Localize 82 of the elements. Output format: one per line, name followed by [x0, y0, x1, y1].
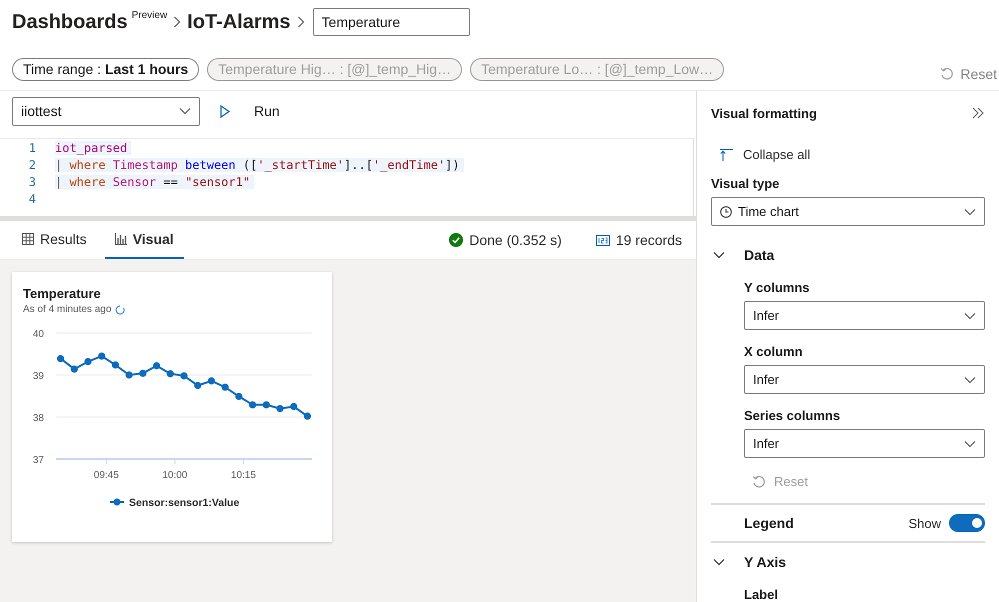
- field-label: Label: [744, 587, 779, 602]
- line-number: 1: [28, 140, 36, 154]
- play-icon: [220, 104, 230, 118]
- clock-icon: [720, 206, 732, 218]
- tile-title: Temperature: [23, 286, 102, 301]
- x-tick-label: 09:45: [94, 470, 119, 481]
- toggle-label: Show: [908, 516, 941, 530]
- number-icon: [596, 234, 610, 246]
- chevron-down-icon: [964, 208, 976, 216]
- data-point: [166, 370, 174, 378]
- y-tick-label: 40: [32, 329, 44, 340]
- x-tick-label: 10:15: [230, 470, 256, 481]
- record-count: 19 records: [616, 232, 682, 248]
- legend-label[interactable]: Sensor:sensor1:Value: [129, 497, 240, 509]
- data-point: [70, 366, 78, 373]
- y-tick-label: 39: [32, 371, 44, 382]
- line-number: 2: [28, 158, 36, 172]
- visual-type-dropdown[interactable]: Time chart: [711, 197, 985, 226]
- chevron-right-icon: [173, 16, 182, 28]
- double-chevron-right-icon[interactable]: [972, 107, 984, 119]
- preview-label: Preview: [132, 10, 168, 21]
- page-title[interactable]: Dashboards: [12, 10, 128, 34]
- data-point: [152, 362, 160, 370]
- tile-name-field[interactable]: Temperature: [312, 8, 470, 36]
- data-point: [56, 355, 64, 362]
- status-text: Done (0.352 s): [469, 232, 562, 248]
- column-dropdown[interactable]: Infer: [744, 365, 985, 394]
- line-number: 4: [28, 192, 36, 206]
- data-point: [304, 412, 312, 420]
- chevron-down-icon: [964, 312, 976, 320]
- refresh-icon[interactable]: [115, 304, 126, 314]
- run-button[interactable]: Run: [216, 99, 284, 123]
- database-dropdown[interactable]: iiottest: [12, 96, 200, 126]
- checkmark-circle-icon: [449, 233, 464, 247]
- data-point: [276, 405, 284, 412]
- field-label: X column: [744, 344, 804, 359]
- chevron-right-icon: [296, 16, 305, 28]
- field-label: Y columns: [744, 280, 811, 295]
- column-dropdown[interactable]: Infer: [744, 429, 985, 458]
- section-title[interactable]: Y Axis: [744, 554, 786, 570]
- chevron-down-icon: [713, 558, 725, 566]
- chevron-down-icon: [179, 107, 191, 115]
- data-point: [235, 392, 242, 400]
- data-point: [248, 401, 256, 408]
- code-editor[interactable]: 1 iot_parsed 2 | where Timestamp between (['_startTime']..['_endTime']) 3 | where Sensor == "sensor1" 4: [0, 138, 694, 216]
- tile-subtitle: As of 4 minutes ago: [23, 304, 112, 315]
- chevron-down-icon: [713, 251, 725, 259]
- line-number: 3: [28, 174, 36, 188]
- column-dropdown[interactable]: Infer: [744, 301, 985, 330]
- data-point: [84, 358, 92, 366]
- section-title[interactable]: Data: [744, 247, 774, 263]
- y-tick-label: 37: [32, 455, 44, 466]
- data-point: [194, 382, 202, 390]
- chevron-down-icon: [964, 376, 976, 384]
- collapse-all-button[interactable]: Collapse all: [719, 147, 810, 162]
- data-point: [262, 401, 270, 408]
- data-point: [222, 384, 229, 391]
- collapse-icon: [719, 148, 735, 162]
- data-point: [98, 352, 106, 360]
- data-point: [180, 372, 188, 380]
- field-label: Series columns: [744, 408, 842, 423]
- grid-icon: [22, 233, 34, 245]
- reset-button[interactable]: Reset: [940, 66, 997, 82]
- data-point: [112, 361, 120, 369]
- data-point: [290, 402, 298, 410]
- data-point: [208, 377, 216, 384]
- result-tab[interactable]: Results: [12, 221, 97, 259]
- panel-title: Visual formatting: [711, 106, 817, 120]
- data-point: [139, 370, 146, 377]
- parameter-pill[interactable]: Time range : Last 1 hours: [12, 58, 200, 80]
- breadcrumb-link[interactable]: IoT-Alarms: [187, 10, 291, 34]
- reset-icon: [752, 474, 766, 488]
- legend-toggle[interactable]: [949, 514, 985, 532]
- data-point: [126, 371, 133, 379]
- x-tick-label: 10:00: [162, 470, 188, 481]
- chevron-down-icon: [964, 440, 976, 448]
- y-tick-label: 38: [32, 413, 44, 424]
- reset-icon: [940, 67, 954, 81]
- section-title: Legend: [744, 515, 794, 531]
- legend-marker-icon: [110, 498, 124, 506]
- bar-chart-icon: [114, 233, 127, 245]
- field-label: Visual type: [711, 176, 780, 191]
